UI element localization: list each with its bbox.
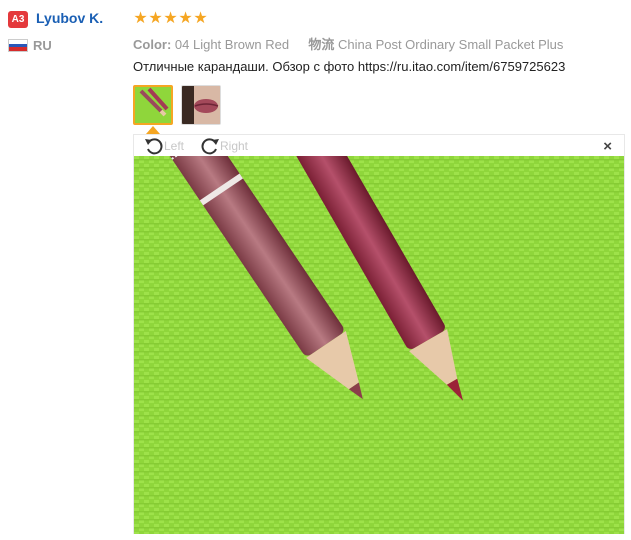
- rotate-left-button[interactable]: Left: [144, 137, 184, 155]
- photo-viewer-toolbar: Left Right ×: [134, 135, 624, 157]
- color-label: Color:: [133, 37, 172, 52]
- review-photo-thumbnail-2[interactable]: [181, 85, 221, 125]
- rotate-left-icon: [145, 138, 163, 155]
- member-level-badge: A3: [8, 11, 28, 28]
- logistics-value: China Post Ordinary Small Packet Plus: [337, 37, 564, 52]
- review-photo: [134, 156, 624, 534]
- selected-thumbnail-pointer: [146, 126, 160, 134]
- reviewer-name[interactable]: Lyubov K.: [36, 10, 103, 26]
- star-icon: ★: [193, 10, 208, 27]
- rotate-left-label: Left: [164, 139, 185, 153]
- russia-flag-icon: [8, 39, 28, 52]
- close-icon[interactable]: ×: [603, 139, 612, 154]
- logistics-label: 物流: [308, 37, 335, 52]
- star-icon: ★: [148, 10, 163, 27]
- star-icon: ★: [133, 10, 148, 27]
- reviewer-country: RU: [33, 38, 52, 53]
- star-rating: ★★★★★: [133, 8, 208, 28]
- order-attributes: Color: 04 Light Brown Red 物流 China Post …: [133, 34, 563, 53]
- star-icon: ★: [178, 10, 193, 27]
- review-text: Отличные карандаши. Обзор с фото https:/…: [133, 59, 566, 74]
- rotate-right-icon: [201, 138, 219, 155]
- color-value: 04 Light Brown Red: [174, 37, 290, 52]
- photo-viewer: Left Right ×: [133, 134, 625, 534]
- review-photo-thumbnail-1[interactable]: [133, 85, 173, 125]
- star-icon: ★: [163, 10, 178, 27]
- rotate-right-button[interactable]: Right: [200, 137, 248, 155]
- rotate-right-label: Right: [220, 139, 249, 153]
